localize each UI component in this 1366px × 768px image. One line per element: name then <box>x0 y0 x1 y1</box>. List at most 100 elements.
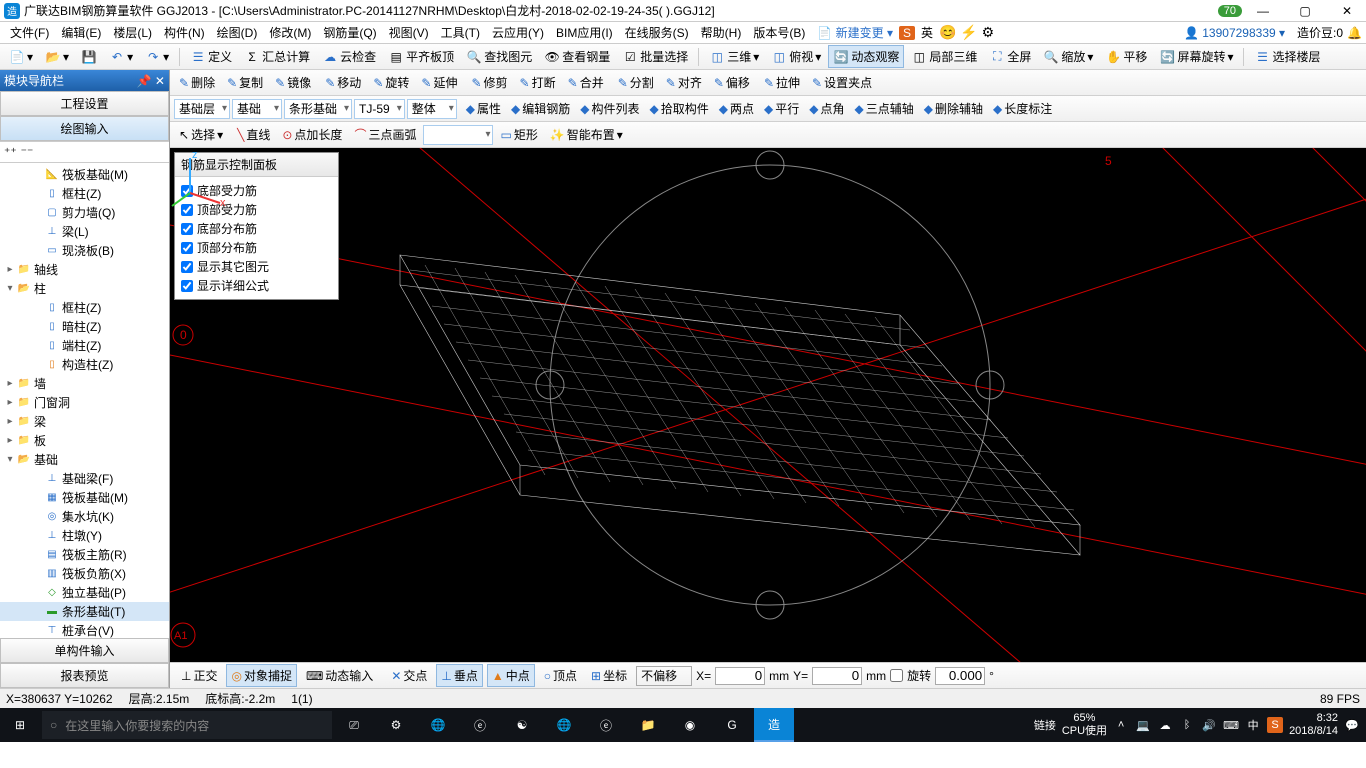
tray-ime-icon[interactable]: 中 <box>1245 717 1261 733</box>
tree-item[interactable]: ⊤桩承台(V) <box>0 621 169 638</box>
menu-楼层(L)[interactable]: 楼层(L) <box>107 26 158 40</box>
3d-viewport[interactable]: 0 A1 5 钢筋显示控制面板 底部受力筋顶部受力筋底部分布筋顶部分布筋显示其它… <box>170 148 1366 662</box>
collapse-all-icon[interactable]: ⁻⁻ <box>21 145 34 159</box>
edit-延伸[interactable]: ✎延伸 <box>416 71 462 94</box>
tree-item[interactable]: ▯暗柱(Z) <box>0 317 169 336</box>
smart-layout-tool[interactable]: ✨智能布置 ▾ <box>545 123 628 146</box>
tree-item[interactable]: ⊥柱墩(Y) <box>0 526 169 545</box>
snap-coord[interactable]: ⊞坐标 <box>586 664 632 687</box>
edit-分割[interactable]: ✎分割 <box>613 71 659 94</box>
tree-item[interactable]: ◎集水坑(K) <box>0 507 169 526</box>
tray-app-current[interactable]: 造 <box>754 708 794 742</box>
y-input[interactable] <box>812 667 862 685</box>
close-button[interactable]: ✕ <box>1332 4 1362 18</box>
edit-复制[interactable]: ✎复制 <box>222 71 268 94</box>
line-tool[interactable]: ╲直线 <box>232 123 275 146</box>
tree-item[interactable]: ▯框柱(Z) <box>0 184 169 203</box>
tray-link[interactable]: 链接 <box>1034 717 1056 733</box>
component-combo[interactable]: TJ-59 <box>354 99 405 119</box>
pan-button[interactable]: ✋平移 <box>1100 45 1152 68</box>
ctx-长度标注[interactable]: ◆长度标注 <box>988 97 1057 120</box>
menu-钢筋量(Q)[interactable]: 钢筋量(Q) <box>317 26 382 40</box>
undo-button[interactable]: ↶▾ <box>104 46 138 68</box>
tray-cloud-icon[interactable]: ☁ <box>1157 717 1173 733</box>
tree-item[interactable]: ▾📂基础 <box>0 450 169 469</box>
tray-clock[interactable]: 8:322018/8/14 <box>1289 712 1338 738</box>
snap-perp[interactable]: ⊥垂点 <box>436 664 482 687</box>
tray-edge[interactable]: ⓔ <box>460 708 500 742</box>
rebar-opt[interactable]: 顶部分布筋 <box>181 238 332 257</box>
ime-lang[interactable]: 英 <box>915 24 939 41</box>
tray-notif-icon[interactable]: 💬 <box>1344 717 1360 733</box>
tree-item[interactable]: ▾📂柱 <box>0 279 169 298</box>
point-length-tool[interactable]: ⊙点加长度 <box>277 123 347 146</box>
tray-app-8[interactable]: ◉ <box>670 708 710 742</box>
edit-删除[interactable]: ✎删除 <box>174 71 220 94</box>
dynamic-input-toggle[interactable]: ⌨动态输入 <box>301 664 378 687</box>
local-3d-button[interactable]: ◫局部三维 <box>906 45 982 68</box>
edit-修剪[interactable]: ✎修剪 <box>466 71 512 94</box>
edit-拉伸[interactable]: ✎拉伸 <box>759 71 805 94</box>
new-change-button[interactable]: 📄 新建变更 ▾ <box>811 24 899 41</box>
task-view-button[interactable]: ⎚ <box>334 708 374 742</box>
redo-button[interactable]: ↷▾ <box>140 46 174 68</box>
ctx-两点[interactable]: ◆两点 <box>714 97 759 120</box>
tree-item[interactable]: ▬条形基础(T) <box>0 602 169 621</box>
start-button[interactable]: ⊞ <box>0 708 40 742</box>
edit-移动[interactable]: ✎移动 <box>320 71 366 94</box>
tree-item[interactable]: ▭现浇板(B) <box>0 241 169 260</box>
tree-item[interactable]: 📐筏板基础(M) <box>0 165 169 184</box>
dynamic-observe-button[interactable]: 🔄动态观察 <box>828 45 904 68</box>
edit-对齐[interactable]: ✎对齐 <box>661 71 707 94</box>
select-tool[interactable]: ↖选择 ▾ <box>174 123 228 146</box>
tray-bt-icon[interactable]: ᛒ <box>1179 717 1195 733</box>
draw-input-tab[interactable]: 绘图输入 <box>0 116 169 141</box>
menu-帮助(H)[interactable]: 帮助(H) <box>695 26 748 40</box>
object-snap-toggle[interactable]: ◎对象捕捉 <box>226 664 297 687</box>
x-input[interactable] <box>715 667 765 685</box>
pin-icon[interactable]: 📌 ✕ <box>137 74 165 88</box>
tray-ime-brand[interactable]: S <box>1267 717 1283 733</box>
ctx-删除辅轴[interactable]: ◆删除辅轴 <box>919 97 988 120</box>
tray-app-2[interactable]: 🌐 <box>418 708 458 742</box>
tree-item[interactable]: ▸📁墙 <box>0 374 169 393</box>
menu-绘图(D)[interactable]: 绘图(D) <box>211 26 264 40</box>
edit-合并[interactable]: ✎合并 <box>563 71 609 94</box>
maximize-button[interactable]: ▢ <box>1290 4 1320 18</box>
screen-rotate-button[interactable]: 🔄屏幕旋转▾ <box>1154 45 1238 68</box>
zoom-button[interactable]: 🔍缩放▾ <box>1038 45 1098 68</box>
arc-mode-combo[interactable] <box>423 125 493 145</box>
single-input-tab[interactable]: 单构件输入 <box>0 638 169 663</box>
tray-ie[interactable]: ⓔ <box>586 708 626 742</box>
snap-mid[interactable]: ▲中点 <box>487 664 535 687</box>
flat-roof-button[interactable]: ▤平齐板顶 <box>383 45 459 68</box>
ortho-toggle[interactable]: ⊥正交 <box>176 664 222 687</box>
menu-工具(T)[interactable]: 工具(T) <box>435 26 486 40</box>
tree-item[interactable]: ▸📁轴线 <box>0 260 169 279</box>
tray-up-icon[interactable]: ˄ <box>1113 717 1129 733</box>
menu-版本号(B)[interactable]: 版本号(B) <box>747 26 811 40</box>
rect-tool[interactable]: ▭矩形 <box>495 123 542 146</box>
define-button[interactable]: ☰定义 <box>185 45 237 68</box>
ctx-构件列表[interactable]: ◆构件列表 <box>575 97 644 120</box>
tray-app-5[interactable]: 🌐 <box>544 708 584 742</box>
tray-app-9[interactable]: G <box>712 708 752 742</box>
new-file-button[interactable]: 📄▾ <box>4 46 38 68</box>
tray-app-1[interactable]: ⚙ <box>376 708 416 742</box>
scope-combo[interactable]: 整体 <box>407 99 457 119</box>
tray-key-icon[interactable]: ⌨ <box>1223 717 1239 733</box>
batch-select-button[interactable]: ☑批量选择 <box>617 45 693 68</box>
snap-cross[interactable]: ✕交点 <box>386 664 432 687</box>
sum-calc-button[interactable]: Σ汇总计算 <box>239 45 315 68</box>
user-id[interactable]: 👤 13907298339 ▾ <box>1176 26 1293 40</box>
menu-文件(F)[interactable]: 文件(F) <box>4 26 55 40</box>
save-button[interactable]: 💾 <box>76 46 102 68</box>
menu-编辑(E)[interactable]: 编辑(E) <box>55 26 107 40</box>
project-settings-tab[interactable]: 工程设置 <box>0 91 169 116</box>
tray-cpu[interactable]: 65%CPU使用 <box>1062 712 1107 738</box>
open-file-button[interactable]: 📂▾ <box>40 46 74 68</box>
rebar-opt[interactable]: 显示详细公式 <box>181 276 332 295</box>
ime-badge[interactable]: S <box>899 26 915 40</box>
tree-item[interactable]: ▯框柱(Z) <box>0 298 169 317</box>
tree-item[interactable]: ▯端柱(Z) <box>0 336 169 355</box>
